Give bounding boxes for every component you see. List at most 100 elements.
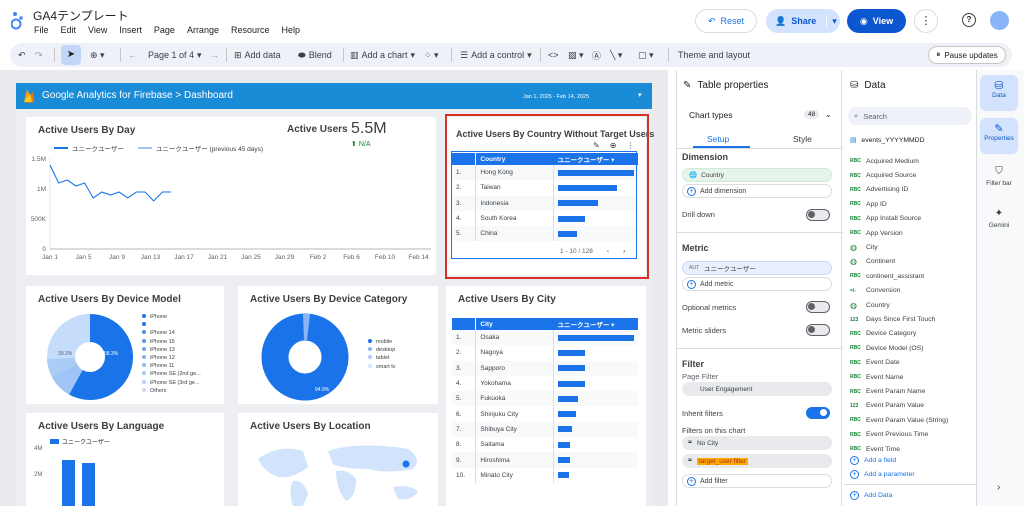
avatar[interactable] — [990, 11, 1009, 30]
location-card[interactable]: Active Users By Location — [238, 413, 438, 506]
text-icon[interactable]: Ⓐ — [592, 43, 601, 67]
field-item[interactable]: RBC Event Name — [850, 370, 903, 384]
field-item[interactable]: ◍ Continent — [850, 255, 895, 269]
share-button[interactable]: 👤 Share ▾ — [766, 9, 840, 33]
field-item[interactable]: ◍ Country — [850, 298, 890, 312]
add-data-button[interactable]: + Add Data — [850, 491, 892, 500]
rail-data-button[interactable]: ⛁ Data — [980, 75, 1018, 111]
inherit-filters-toggle[interactable] — [806, 407, 830, 419]
menu-file[interactable]: File — [34, 25, 49, 35]
menu-insert[interactable]: Insert — [119, 25, 142, 35]
table-row[interactable]: 5. Fukuoka — [452, 391, 638, 407]
menu-view[interactable]: View — [88, 25, 107, 35]
menu-resource[interactable]: Resource — [231, 25, 270, 35]
expand-chevron-icon[interactable]: › — [997, 482, 1000, 493]
pause-updates-button[interactable]: ⏸ Pause updates — [928, 46, 1006, 64]
menu-edit[interactable]: Edit — [61, 25, 77, 35]
rail-gemini-button[interactable]: ✦ Gemini — [977, 208, 1021, 229]
table-row[interactable]: 7. Shibuya City — [452, 421, 638, 438]
community-viz-icon[interactable]: ⁘ ▾ — [424, 43, 439, 67]
view-button[interactable]: ◉ View — [847, 9, 906, 33]
add-field-button[interactable]: + Add a field — [850, 456, 896, 465]
table-row[interactable]: 8. Saitama — [452, 437, 638, 453]
field-item[interactable]: RBC Event Param Value (String) — [850, 413, 948, 427]
select-cursor-icon[interactable]: ➤ — [61, 45, 81, 65]
table-row[interactable]: 6. Shinjuku City — [452, 406, 638, 422]
active-users-scorecard[interactable]: Active Users 5.5M ⬆ N/A — [281, 117, 436, 157]
add-dimension-button[interactable]: + Add dimension — [682, 184, 832, 198]
drill-down-toggle[interactable] — [806, 209, 830, 221]
column-header-unique-users[interactable]: ユニークユーザー ▾ — [553, 318, 638, 330]
field-item[interactable]: RBC Event Date — [850, 356, 900, 370]
chart-types-label[interactable]: Chart types — [689, 110, 732, 120]
redo-icon[interactable]: ↷ — [35, 43, 43, 67]
prev-page-icon[interactable]: ← — [128, 43, 137, 67]
table-row[interactable]: 10. Minato City — [452, 467, 638, 483]
add-chart-button[interactable]: ▥ Add a chart ▾ — [350, 43, 415, 67]
date-range[interactable]: Jan 1, 2025 - Feb 14, 2025 — [523, 94, 589, 100]
tab-style[interactable]: Style — [793, 134, 812, 144]
language-card[interactable]: Active Users By Language ユニークユーザー 4M 2M — [26, 413, 224, 506]
field-item[interactable]: RBC App ID — [850, 197, 887, 211]
tab-setup[interactable]: Setup — [707, 134, 729, 144]
table-row[interactable]: 3. Sapporo — [452, 360, 638, 376]
table-row[interactable]: 2. Nagoya — [452, 345, 638, 361]
next-page-icon[interactable]: → — [210, 43, 219, 67]
field-item[interactable]: 123 Days Since First Touch — [850, 312, 935, 326]
data-source[interactable]: ▤ events_YYYYMMDD — [850, 136, 925, 145]
page-indicator[interactable]: Page 1 of 4 ▾ — [148, 43, 202, 67]
field-item[interactable]: RBC Event Previous Time — [850, 428, 928, 442]
column-header-city[interactable]: City — [475, 318, 554, 330]
image-icon[interactable]: ▨ ▾ — [568, 43, 584, 67]
optional-metrics-toggle[interactable] — [806, 301, 830, 313]
menu-help[interactable]: Help — [282, 25, 301, 35]
chevron-down-icon[interactable]: ⌄ — [825, 110, 832, 119]
field-item[interactable]: RBC Device Model (OS) — [850, 341, 923, 355]
shape-icon[interactable]: ▢ ▾ — [638, 43, 654, 67]
add-metric-button[interactable]: + Add metric — [682, 277, 832, 291]
table-row[interactable]: 1. Osaka — [452, 330, 638, 346]
help-icon[interactable]: ? — [962, 13, 976, 27]
field-item[interactable]: RBC Advertising ID — [850, 183, 908, 197]
line-icon[interactable]: ╲ ▾ — [610, 43, 622, 67]
theme-layout-button[interactable]: Theme and layout — [678, 43, 750, 67]
city-table-card[interactable]: Active Users By City City ユニークユーザー ▾ 1. Os… — [446, 286, 646, 506]
field-item[interactable]: RBC App Install Source — [850, 212, 921, 226]
add-control-button[interactable]: ☰ Add a control ▾ — [460, 43, 532, 67]
more-vert-icon[interactable]: ⋮ — [914, 9, 938, 33]
search-field[interactable]: ⌕ Search — [848, 107, 972, 125]
chevron-down-icon[interactable]: ▾ — [826, 15, 837, 27]
menu-page[interactable]: Page — [154, 25, 175, 35]
filter-chip-target-user[interactable]: ⩸ target_user filter — [682, 454, 832, 468]
field-item[interactable]: RBC continent_assistant — [850, 269, 924, 283]
page-filter-chip[interactable]: User Engagement — [682, 382, 832, 396]
device-model-card[interactable]: Active Users By Device Model 58.3% 39.3%… — [26, 286, 224, 404]
metric-field-unique-users[interactable]: AUT ユニークユーザー — [682, 261, 832, 275]
rail-properties-button[interactable]: ✎ Properties — [980, 118, 1018, 154]
field-item[interactable]: ◍ City — [850, 240, 878, 254]
field-item[interactable]: RBC Event Time — [850, 442, 900, 456]
field-item[interactable]: =/- Conversion — [850, 284, 900, 298]
filter-chip-no-city[interactable]: ⩸ No City — [682, 436, 832, 450]
reset-button[interactable]: ↶ Reset — [695, 9, 757, 33]
field-item[interactable]: RBC App Version — [850, 226, 903, 240]
add-data-button[interactable]: ⊞ Add data — [234, 43, 281, 67]
metric-sliders-toggle[interactable] — [806, 324, 830, 336]
device-category-card[interactable]: Active Users By Device Category 94.9% mo… — [238, 286, 438, 404]
blend-button[interactable]: ⬬ Blend — [298, 43, 332, 67]
field-item[interactable]: RBC Event Param Name — [850, 384, 925, 398]
zoom-icon[interactable]: ⊕ ▾ — [90, 43, 105, 67]
undo-icon[interactable]: ↶ — [18, 43, 26, 67]
rail-filter-bar-button[interactable]: ⛉ Filter bar — [977, 166, 1021, 187]
menu-arrange[interactable]: Arrange — [187, 25, 219, 35]
code-embed-icon[interactable]: <> — [548, 43, 559, 67]
add-filter-button[interactable]: + Add filter — [682, 474, 832, 488]
table-row[interactable]: 4. Yokohama — [452, 375, 638, 392]
date-dropdown-icon[interactable]: ▾ — [638, 91, 642, 99]
field-item[interactable]: RBC Device Category — [850, 327, 916, 341]
add-parameter-button[interactable]: + Add a parameter — [850, 470, 915, 479]
report-title[interactable]: GA4テンプレート — [33, 7, 129, 24]
table-row[interactable]: 9. Hiroshima — [452, 452, 638, 468]
field-item[interactable]: 123 Event Param Value — [850, 399, 924, 413]
field-item[interactable]: RBC Acquired Medium — [850, 154, 919, 168]
